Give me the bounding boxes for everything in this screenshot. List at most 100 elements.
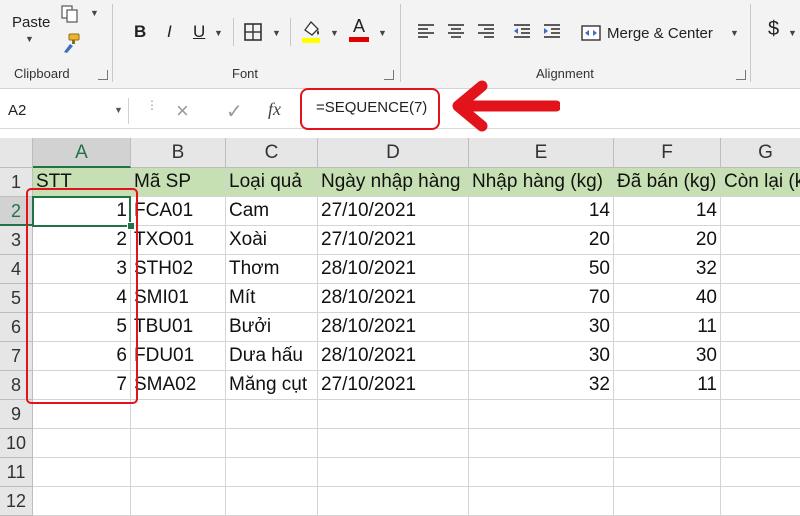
column-header-g[interactable]: G bbox=[721, 138, 800, 168]
underline-button[interactable]: U bbox=[193, 22, 205, 42]
header-cell-c[interactable]: Loại quả bbox=[226, 168, 318, 197]
copy-icon[interactable] bbox=[60, 4, 78, 24]
cell-g7[interactable] bbox=[721, 342, 800, 371]
borders-dropdown-icon[interactable]: ▼ bbox=[272, 28, 281, 38]
cell-f5[interactable]: 40 bbox=[614, 284, 721, 313]
paste-button[interactable]: Paste ▼ bbox=[6, 0, 56, 62]
cell-e12[interactable] bbox=[469, 487, 614, 516]
cell-c4[interactable]: Thơm bbox=[226, 255, 318, 284]
header-cell-d[interactable]: Ngày nhập hàng bbox=[318, 168, 469, 197]
cell-f11[interactable] bbox=[614, 458, 721, 487]
cancel-icon[interactable]: × bbox=[176, 98, 189, 124]
cell-f7[interactable]: 30 bbox=[614, 342, 721, 371]
select-all-corner[interactable] bbox=[0, 138, 33, 168]
cell-f10[interactable] bbox=[614, 429, 721, 458]
cell-b8[interactable]: SMA02 bbox=[131, 371, 226, 400]
cell-b7[interactable]: FDU01 bbox=[131, 342, 226, 371]
cell-g11[interactable] bbox=[721, 458, 800, 487]
increase-indent-icon[interactable] bbox=[542, 22, 562, 45]
cell-c5[interactable]: Mít bbox=[226, 284, 318, 313]
align-center-icon[interactable] bbox=[446, 22, 466, 45]
row-header-10[interactable]: 10 bbox=[0, 429, 33, 458]
cell-c6[interactable]: Bưởi bbox=[226, 313, 318, 342]
format-painter-icon[interactable] bbox=[60, 32, 82, 54]
cell-c7[interactable]: Dưa hấu bbox=[226, 342, 318, 371]
cell-c11[interactable] bbox=[226, 458, 318, 487]
cell-b5[interactable]: SMI01 bbox=[131, 284, 226, 313]
cell-a10[interactable] bbox=[33, 429, 131, 458]
cell-d2[interactable]: 27/10/2021 bbox=[318, 197, 469, 226]
cell-f6[interactable]: 11 bbox=[614, 313, 721, 342]
cell-a9[interactable] bbox=[33, 400, 131, 429]
borders-icon[interactable] bbox=[243, 22, 263, 42]
cell-b11[interactable] bbox=[131, 458, 226, 487]
underline-dropdown-icon[interactable]: ▼ bbox=[214, 28, 223, 38]
cell-c3[interactable]: Xoài bbox=[226, 226, 318, 255]
copy-dropdown-icon[interactable]: ▼ bbox=[90, 8, 99, 18]
cell-e8[interactable]: 32 bbox=[469, 371, 614, 400]
cell-b10[interactable] bbox=[131, 429, 226, 458]
cell-g8[interactable] bbox=[721, 371, 800, 400]
row-header-11[interactable]: 11 bbox=[0, 458, 33, 487]
cell-b9[interactable] bbox=[131, 400, 226, 429]
cell-f8[interactable]: 11 bbox=[614, 371, 721, 400]
cell-d9[interactable] bbox=[318, 400, 469, 429]
currency-format-button[interactable]: $ bbox=[768, 18, 779, 41]
cell-e4[interactable]: 50 bbox=[469, 255, 614, 284]
italic-button[interactable]: I bbox=[167, 22, 172, 42]
cell-f9[interactable] bbox=[614, 400, 721, 429]
merge-dropdown-icon[interactable]: ▼ bbox=[730, 28, 739, 38]
cell-g6[interactable] bbox=[721, 313, 800, 342]
cell-g5[interactable] bbox=[721, 284, 800, 313]
alignment-launcher-icon[interactable] bbox=[736, 70, 746, 80]
cell-d12[interactable] bbox=[318, 487, 469, 516]
name-box-dropdown-icon[interactable]: ▼ bbox=[114, 105, 123, 115]
name-box[interactable]: A2 ▼ bbox=[4, 98, 129, 124]
cell-d11[interactable] bbox=[318, 458, 469, 487]
column-header-c[interactable]: C bbox=[226, 138, 318, 168]
cell-e10[interactable] bbox=[469, 429, 614, 458]
cell-g2[interactable] bbox=[721, 197, 800, 226]
cell-c12[interactable] bbox=[226, 487, 318, 516]
cell-f4[interactable]: 32 bbox=[614, 255, 721, 284]
bold-button[interactable]: B bbox=[134, 22, 146, 42]
font-color-dropdown-icon[interactable]: ▼ bbox=[378, 28, 387, 38]
merge-center-button[interactable]: Merge & Center bbox=[580, 20, 724, 46]
column-header-e[interactable]: E bbox=[469, 138, 614, 168]
cell-e3[interactable]: 20 bbox=[469, 226, 614, 255]
cell-f3[interactable]: 20 bbox=[614, 226, 721, 255]
header-cell-e[interactable]: Nhập hàng (kg) bbox=[469, 168, 614, 197]
row-header-9[interactable]: 9 bbox=[0, 400, 33, 429]
align-left-icon[interactable] bbox=[416, 22, 436, 45]
cell-c8[interactable]: Măng cụt bbox=[226, 371, 318, 400]
cell-e2[interactable]: 14 bbox=[469, 197, 614, 226]
insert-function-icon[interactable]: fx bbox=[268, 99, 281, 120]
column-header-a[interactable]: A bbox=[33, 138, 131, 168]
formula-bar-grip-icon[interactable]: ⋮ bbox=[146, 99, 158, 111]
formula-input[interactable]: =SEQUENCE(7) bbox=[300, 88, 440, 130]
column-header-f[interactable]: F bbox=[614, 138, 721, 168]
header-cell-f[interactable]: Đã bán (kg) bbox=[614, 168, 721, 197]
cell-a12[interactable] bbox=[33, 487, 131, 516]
cell-d5[interactable]: 28/10/2021 bbox=[318, 284, 469, 313]
cell-f2[interactable]: 14 bbox=[614, 197, 721, 226]
cell-d10[interactable] bbox=[318, 429, 469, 458]
clipboard-launcher-icon[interactable] bbox=[98, 70, 108, 80]
fill-color-icon[interactable] bbox=[300, 18, 322, 44]
cell-d6[interactable]: 28/10/2021 bbox=[318, 313, 469, 342]
cell-b2[interactable]: FCA01 bbox=[131, 197, 226, 226]
cell-d3[interactable]: 27/10/2021 bbox=[318, 226, 469, 255]
cell-c2[interactable]: Cam bbox=[226, 197, 318, 226]
font-launcher-icon[interactable] bbox=[384, 70, 394, 80]
fill-color-dropdown-icon[interactable]: ▼ bbox=[330, 28, 339, 38]
align-right-icon[interactable] bbox=[476, 22, 496, 45]
cell-c9[interactable] bbox=[226, 400, 318, 429]
cell-e9[interactable] bbox=[469, 400, 614, 429]
cell-b4[interactable]: STH02 bbox=[131, 255, 226, 284]
cell-a11[interactable] bbox=[33, 458, 131, 487]
cell-d7[interactable]: 28/10/2021 bbox=[318, 342, 469, 371]
column-header-d[interactable]: D bbox=[318, 138, 469, 168]
cell-e11[interactable] bbox=[469, 458, 614, 487]
cell-e6[interactable]: 30 bbox=[469, 313, 614, 342]
cell-d4[interactable]: 28/10/2021 bbox=[318, 255, 469, 284]
